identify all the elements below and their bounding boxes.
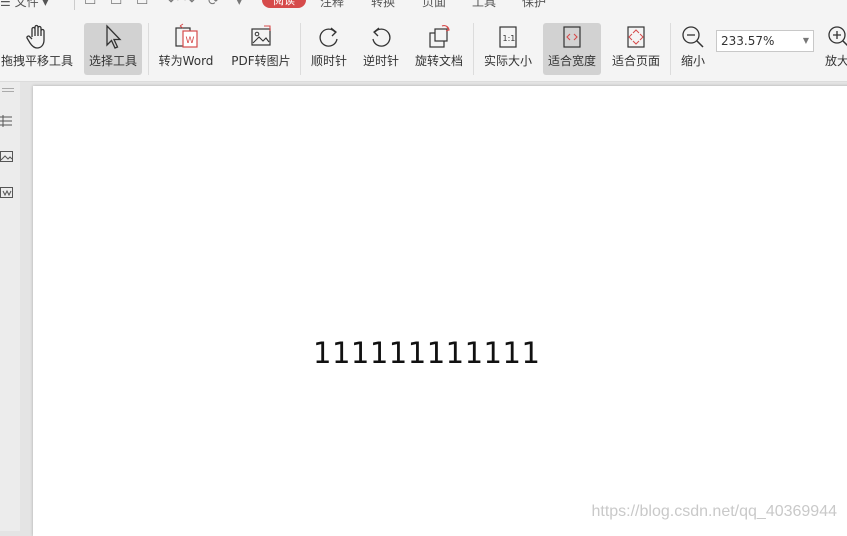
zoom-in-button[interactable]: 放大	[820, 23, 847, 75]
rotate-document-button[interactable]: 旋转文档	[412, 23, 466, 75]
toolbar-separator	[473, 23, 474, 75]
menu-divider	[74, 0, 75, 10]
fit-page-icon	[627, 26, 645, 48]
toolbar: 拖拽平移工具 选择工具 W 转为Word PDF转图片 顺时针 逆时针 旋转文档…	[0, 13, 847, 82]
actual-size-button[interactable]: 1:1 实际大小	[480, 23, 536, 75]
zoom-out-label: 缩小	[680, 54, 705, 68]
toolbar-separator	[670, 23, 671, 75]
thumbnail-icon[interactable]	[0, 150, 14, 164]
zoom-in-label: 放大	[824, 54, 847, 68]
zoom-in-icon	[828, 26, 847, 47]
fit-page-button[interactable]: 适合页面	[608, 23, 664, 75]
rotate-clockwise-label: 顺时针	[310, 54, 347, 68]
pdf-to-image-label: PDF转图片	[231, 54, 291, 68]
actual-size-icon: 1:1	[499, 26, 517, 48]
open-icon[interactable]: ▭	[84, 0, 96, 9]
tab-page[interactable]: 页面	[422, 0, 446, 10]
convert-to-word-label: 转为Word	[158, 54, 214, 68]
rotate-counterclockwise-icon	[372, 27, 391, 47]
tab-annotate[interactable]: 注释	[320, 0, 344, 10]
panel-grip[interactable]	[2, 88, 14, 89]
rotate-clockwise-icon	[319, 27, 338, 47]
rotate-clockwise-button[interactable]: 顺时针	[306, 23, 352, 75]
side-panel	[0, 82, 20, 531]
to-word-icon: W	[175, 23, 198, 48]
undo-icon[interactable]: ↶	[168, 0, 179, 9]
select-tool-button[interactable]: 选择工具	[84, 23, 142, 75]
print-icon[interactable]: ▭	[136, 0, 148, 9]
quick-menu-chevron-icon[interactable]: ▾	[236, 0, 243, 9]
redo-icon[interactable]: ↷	[184, 0, 195, 9]
fit-width-button[interactable]: 适合宽度	[543, 23, 601, 75]
actual-size-label: 实际大小	[483, 54, 532, 68]
tab-read[interactable]: 阅读	[262, 0, 306, 8]
zoom-level-dropdown[interactable]: 233.57% ▼	[716, 30, 814, 52]
watermark-url: https://blog.csdn.net/qq_40369944	[591, 503, 837, 520]
cursor-icon	[106, 24, 122, 49]
tab-tools[interactable]: 工具	[472, 0, 496, 10]
select-tool-label: 选择工具	[88, 54, 137, 68]
svg-text:W: W	[186, 36, 195, 46]
fit-width-label: 适合宽度	[547, 54, 596, 68]
svg-text:1:1: 1:1	[503, 34, 516, 43]
save-icon[interactable]: ▭	[110, 0, 122, 9]
document-page[interactable]: 111111111111	[33, 86, 847, 536]
fit-width-icon	[563, 26, 581, 48]
annotation-list-icon[interactable]	[0, 186, 14, 200]
pdf-to-image-button[interactable]: PDF转图片	[228, 23, 294, 75]
hand-tool-label: 拖拽平移工具	[0, 54, 73, 68]
outline-icon[interactable]	[0, 114, 14, 128]
zoom-level-value: 233.57%	[721, 34, 775, 48]
document-text[interactable]: 111111111111	[313, 336, 540, 370]
toolbar-separator	[148, 23, 149, 75]
tab-protect[interactable]: 保护	[522, 0, 546, 10]
rotate-document-icon	[429, 25, 450, 48]
zoom-out-button[interactable]: 缩小	[676, 23, 710, 75]
chevron-down-icon[interactable]: ▼	[803, 31, 809, 51]
zoom-out-icon	[682, 26, 704, 48]
menu-file[interactable]: ☰ 文件 ▾	[0, 0, 48, 10]
rotate-counterclockwise-label: 逆时针	[362, 54, 399, 68]
hand-tool-button[interactable]: 拖拽平移工具	[0, 23, 74, 75]
fit-page-label: 适合页面	[611, 54, 660, 68]
toolbar-separator	[300, 23, 301, 75]
menu-bar: ☰ 文件 ▾ ▭ ▭ ▭ ↶ ↷ ⟳ ▾ 阅读 注释 转换 页面 工具 保护	[0, 0, 847, 13]
rotate-counterclockwise-button[interactable]: 逆时针	[358, 23, 404, 75]
panel-grip[interactable]	[2, 91, 14, 92]
convert-to-word-button[interactable]: W 转为Word	[154, 23, 218, 75]
tab-convert[interactable]: 转换	[371, 0, 395, 10]
hand-icon	[26, 24, 45, 49]
rotate-document-label: 旋转文档	[414, 54, 463, 68]
quick-action-icon[interactable]: ⟳	[208, 0, 219, 9]
pdf-to-image-icon	[251, 25, 271, 46]
